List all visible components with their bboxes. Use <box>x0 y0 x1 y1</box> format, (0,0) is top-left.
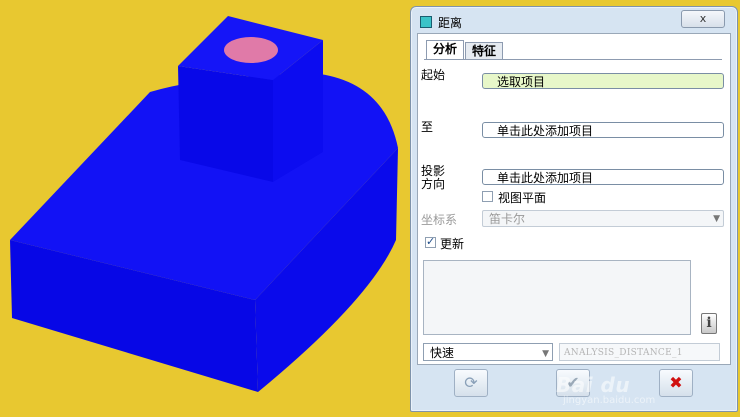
view-plane-checkbox[interactable] <box>482 191 493 202</box>
tab-analysis[interactable]: 分析 <box>426 40 464 60</box>
from-field[interactable]: 选取项目 <box>482 73 724 89</box>
dialog-titlebar[interactable]: 距离 x <box>411 7 737 33</box>
from-label: 起始 <box>421 68 446 82</box>
refresh-icon: ⟳ <box>464 373 478 392</box>
tab-divider <box>424 59 722 60</box>
update-checkbox[interactable] <box>425 235 436 248</box>
cancel-button[interactable]: ✖ <box>659 369 693 397</box>
coord-select-value: 笛卡尔 <box>489 212 526 226</box>
dialog-icon <box>420 16 432 28</box>
watermark-url: jingyan.baidu.com <box>563 395 656 406</box>
projection-field[interactable]: 单击此处添加项目 <box>482 169 724 185</box>
projection-label-line2: 方向 <box>421 177 446 191</box>
repeat-button[interactable]: ⟳ <box>454 369 488 397</box>
dialog-title: 距离 <box>438 16 463 30</box>
analysis-name-field[interactable]: ANALYSIS_DISTANCE_1 <box>559 343 720 361</box>
speed-select[interactable]: 快速 ▼ <box>423 343 553 361</box>
speed-select-value: 快速 <box>430 346 455 360</box>
coord-system-select[interactable]: 笛卡尔 ▼ <box>482 210 724 227</box>
to-field[interactable]: 单击此处添加项目 <box>482 122 724 138</box>
tab-feature[interactable]: 特征 <box>465 42 503 60</box>
watermark-logo: Bai du <box>556 373 631 397</box>
analysis-panel: 分析 特征 起始 选取项目 至 单击此处添加项目 投影 方向 单击此处添加项目 … <box>417 33 731 365</box>
result-area[interactable] <box>423 260 691 335</box>
hole-top[interactable] <box>224 37 278 63</box>
chevron-down-icon: ▼ <box>713 214 720 224</box>
view-plane-label: 视图平面 <box>498 191 547 205</box>
info-icon[interactable]: i <box>701 313 717 334</box>
close-button[interactable]: x <box>681 10 725 28</box>
coord-label: 坐标系 <box>421 213 458 227</box>
to-label: 至 <box>421 120 434 134</box>
update-label: 更新 <box>440 237 465 251</box>
close-icon: ✖ <box>669 373 683 392</box>
distance-dialog: 距离 x 分析 特征 起始 选取项目 至 单击此处添加项目 投影 方向 单击此处… <box>410 6 738 412</box>
chevron-down-icon: ▼ <box>542 349 549 359</box>
